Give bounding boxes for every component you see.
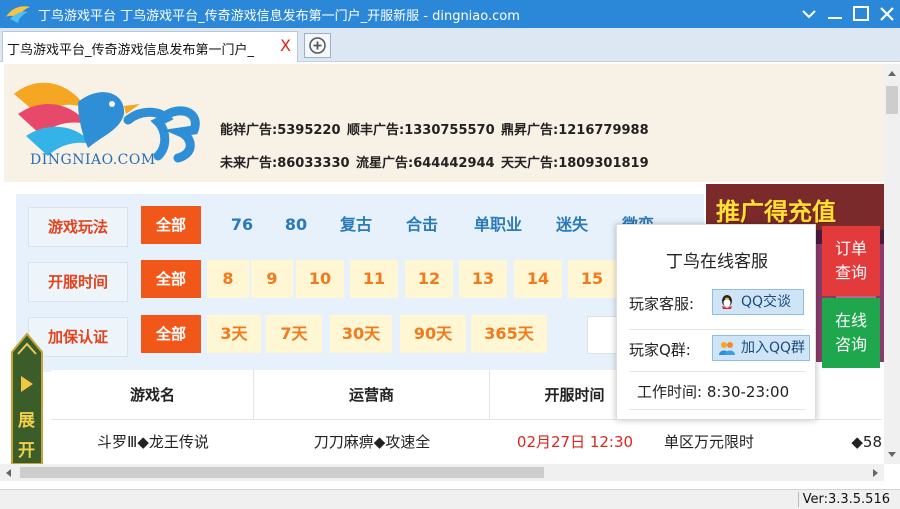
- cell-open-time: 02月27日 12:30: [516, 433, 634, 451]
- qq-chat-label: QQ交谈: [741, 294, 792, 310]
- popup-divider: [629, 329, 805, 330]
- qq-chat-button[interactable]: QQ交谈: [712, 289, 804, 315]
- close-window-icon[interactable]: [876, 3, 898, 25]
- popup-divider: [629, 371, 805, 372]
- order-query-button[interactable]: 订单 查询: [822, 226, 880, 296]
- qq-penguin-icon: [722, 295, 732, 309]
- horizontal-scroll-thumb[interactable]: [20, 467, 544, 478]
- filter-option-80[interactable]: 80: [276, 206, 316, 244]
- online-consult-label-2: 咨询: [834, 335, 867, 354]
- filter-hour-8[interactable]: 8: [207, 260, 249, 298]
- filter-hour-12[interactable]: 12: [405, 260, 453, 298]
- column-header-game-name[interactable]: 游戏名: [52, 370, 254, 420]
- scroll-up-arrow-icon[interactable]: [887, 69, 897, 77]
- horizontal-scrollbar[interactable]: [0, 464, 884, 481]
- browser-tab[interactable]: 丁鸟游戏平台_传奇游戏信息发布第一门户_ X: [2, 31, 298, 62]
- online-consult-label-1: 在线: [834, 311, 867, 330]
- cell-feature: 单区万元限时: [664, 433, 755, 451]
- tab-bar: 丁鸟游戏平台_传奇游戏信息发布第一门户_ X: [0, 28, 900, 62]
- ad-link[interactable]: 未来广告:86033330: [220, 152, 350, 171]
- maximize-icon[interactable]: [850, 3, 872, 25]
- title-bar: 丁鸟游戏平台 丁鸟游戏平台_传奇游戏信息发布第一门户_开服新服 - dingni…: [0, 0, 900, 28]
- scroll-left-arrow-icon[interactable]: [4, 468, 12, 478]
- join-qq-group-label: 加入QQ群: [741, 340, 806, 356]
- filter-hour-9[interactable]: 9: [251, 260, 293, 298]
- window-title: 丁鸟游戏平台 丁鸟游戏平台_传奇游戏信息发布第一门户_开服新服 - dingni…: [38, 9, 520, 24]
- filter-hour-13[interactable]: 13: [459, 260, 507, 298]
- player-group-label: 玩家Q群:: [629, 341, 691, 359]
- minimize-icon[interactable]: [824, 3, 846, 25]
- version-label: Ver:3.3.5.516: [797, 492, 890, 507]
- filter-option-76[interactable]: 76: [222, 206, 262, 244]
- web-content: DINGNIAO.COM 能祥广告:5395220 顺丰广告:133075557…: [4, 64, 884, 464]
- online-consult-button[interactable]: 在线 咨询: [822, 298, 880, 368]
- filter-option-single-class[interactable]: 单职业: [462, 206, 534, 244]
- filter-hour-14[interactable]: 14: [514, 260, 562, 298]
- new-tab-button[interactable]: [304, 33, 331, 58]
- cell-operator: 刀刀麻痹◆攻速全: [313, 433, 431, 451]
- filter-days-90[interactable]: 90天: [400, 315, 466, 353]
- filter-option-heji[interactable]: 合击: [396, 206, 448, 244]
- filter-option-retro[interactable]: 复古: [330, 206, 382, 244]
- ad-link[interactable]: 鼎昇广告:1216779988: [501, 119, 649, 138]
- filter-all-open-time[interactable]: 全部: [141, 260, 201, 298]
- popup-divider: [629, 409, 805, 410]
- cell-extra: ◆58: [851, 433, 882, 451]
- site-url-logo-text: DINGNIAO.COM: [30, 152, 156, 168]
- tab-close-button[interactable]: X: [280, 36, 291, 55]
- customer-service-popup: 丁鸟在线客服 玩家客服: QQ交谈 玩家Q群: 加入QQ群 工作时间: 8:30…: [616, 224, 816, 420]
- qq-group-icon: [719, 342, 735, 355]
- vertical-scrollbar[interactable]: [884, 64, 900, 464]
- expand-side-panel[interactable]: 展 开: [4, 332, 50, 464]
- promo-text: 推广得充值: [716, 198, 836, 226]
- filter-hour-15[interactable]: 15: [568, 260, 616, 298]
- filter-days-365[interactable]: 365天: [471, 315, 547, 353]
- ad-link[interactable]: 流星广告:644442944: [356, 152, 495, 171]
- order-query-label-1: 订单: [834, 239, 867, 258]
- filter-label-game-type: 游戏玩法: [28, 207, 128, 247]
- ad-link[interactable]: 能祥广告:5395220: [220, 119, 341, 138]
- popup-title: 丁鸟在线客服: [666, 252, 768, 272]
- filter-all-game-type[interactable]: 全部: [141, 206, 201, 244]
- status-bar: Ver:3.3.5.516: [0, 489, 900, 509]
- scroll-down-arrow-icon[interactable]: [887, 451, 897, 459]
- filter-hour-10[interactable]: 10: [296, 260, 344, 298]
- expand-char-2: 开: [18, 441, 35, 461]
- player-service-label: 玩家客服:: [629, 295, 695, 313]
- browser-window: 丁鸟游戏平台 丁鸟游戏平台_传奇游戏信息发布第一门户_开服新服 - dingni…: [0, 0, 900, 509]
- ad-link[interactable]: 天天广告:1809301819: [501, 152, 649, 171]
- site-header: DINGNIAO.COM 能祥广告:5395220 顺丰广告:133075557…: [4, 64, 884, 182]
- dropdown-icon[interactable]: [798, 3, 820, 25]
- filter-days-3[interactable]: 3天: [207, 315, 261, 353]
- filter-all-guarantee[interactable]: 全部: [141, 315, 201, 353]
- order-query-label-2: 查询: [834, 263, 867, 282]
- app-bird-logo-icon: [6, 6, 30, 23]
- vertical-scroll-thumb[interactable]: [886, 86, 898, 114]
- filter-days-7[interactable]: 7天: [266, 315, 322, 353]
- plus-circle-icon: [309, 37, 326, 54]
- scroll-right-arrow-icon[interactable]: [872, 468, 880, 478]
- join-qq-group-button[interactable]: 加入QQ群: [712, 335, 810, 361]
- cell-game-name[interactable]: 斗罗Ⅲ◆龙王传说: [52, 422, 254, 462]
- expand-char-1: 展: [18, 411, 35, 431]
- filter-label-open-time: 开服时间: [28, 262, 128, 302]
- column-header-operator[interactable]: 运营商: [254, 370, 490, 420]
- filter-hour-11[interactable]: 11: [350, 260, 398, 298]
- tab-title[interactable]: 丁鸟游戏平台_传奇游戏信息发布第一门户_: [7, 39, 254, 58]
- filter-days-30[interactable]: 30天: [330, 315, 392, 353]
- work-hours: 工作时间: 8:30-23:00: [637, 383, 790, 401]
- ad-link[interactable]: 顺丰广告:1330755570: [347, 119, 495, 138]
- filter-option-mishi[interactable]: 迷失: [546, 206, 598, 244]
- filter-extra-box[interactable]: [587, 316, 619, 354]
